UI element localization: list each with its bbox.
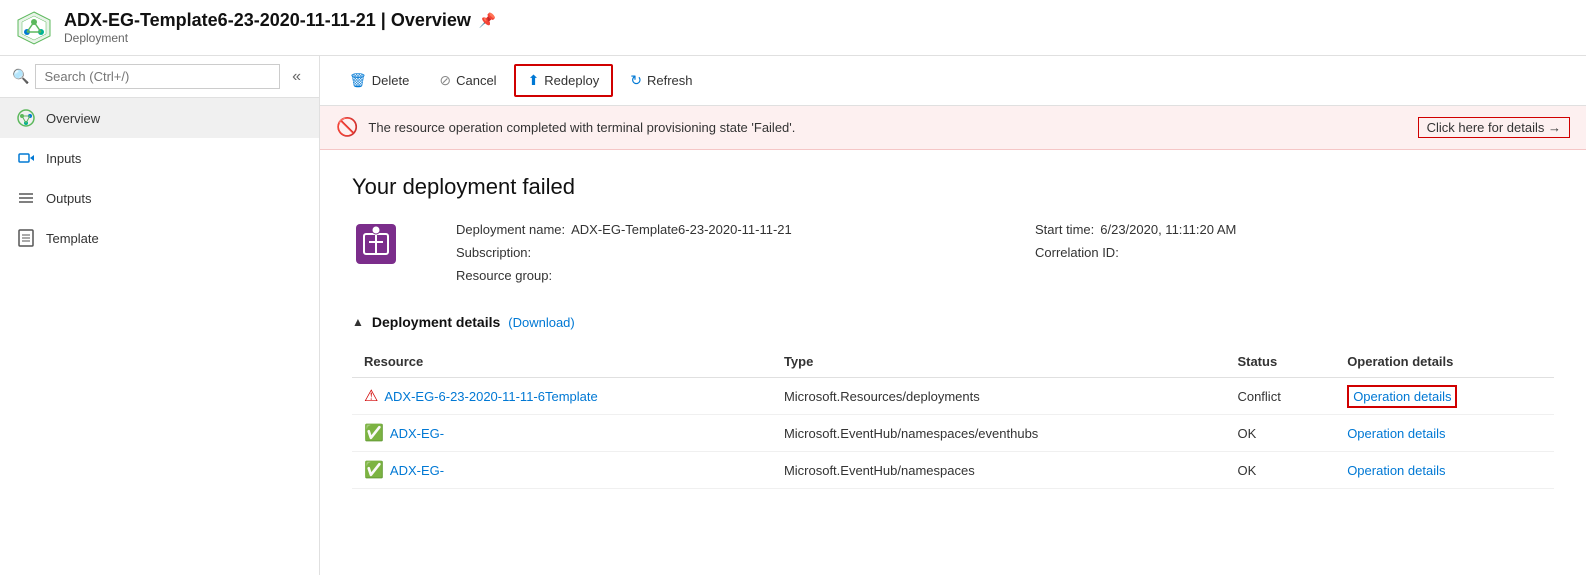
resource-cell-1: ⚠ ADX-EG-6-23-2020-11-11-6Template: [352, 378, 772, 415]
type-cell-3: Microsoft.EventHub/namespaces: [772, 452, 1226, 489]
nav-items: Overview Inputs: [0, 98, 319, 258]
search-input[interactable]: [35, 64, 280, 89]
deployment-info: Deployment name: ADX-EG-Template6-23-202…: [352, 220, 1554, 286]
cancel-button[interactable]: ⊘ Cancel: [426, 65, 509, 96]
sidebar-item-overview[interactable]: Overview: [0, 98, 319, 138]
download-link[interactable]: (Download): [508, 315, 574, 330]
deployment-content: Your deployment failed Deployment name: …: [320, 150, 1586, 575]
info-resource-group: Resource group:: [456, 266, 975, 287]
toolbar: 🗑 Delete ⊘ Cancel ⬆ Redeploy ↻ Refresh: [320, 56, 1586, 106]
col-status: Status: [1225, 346, 1335, 378]
app-logo: [16, 10, 52, 46]
sidebar-item-outputs-label: Outputs: [46, 191, 92, 206]
page-header: ADX-EG-Template6-23-2020-11-11-21 | Over…: [0, 0, 1586, 56]
operation-details-link-3[interactable]: Operation details: [1347, 463, 1445, 478]
sidebar-item-outputs[interactable]: Outputs: [0, 178, 319, 218]
info-start-time: Start time: 6/23/2020, 11:11:20 AM: [1035, 220, 1554, 241]
refresh-button[interactable]: ↻ Refresh: [617, 65, 705, 96]
table-row: ✅ ADX-EG- Microsoft.EventHub/namespaces/…: [352, 415, 1554, 452]
title-text: ADX-EG-Template6-23-2020-11-11-21 | Over…: [64, 10, 471, 31]
info-grid: Deployment name: ADX-EG-Template6-23-202…: [456, 220, 1554, 286]
type-cell-2: Microsoft.EventHub/namespaces/eventhubs: [772, 415, 1226, 452]
sidebar-item-template[interactable]: Template: [0, 218, 319, 258]
deployment-failed-title: Your deployment failed: [352, 174, 1554, 200]
table-row: ✅ ADX-EG- Microsoft.EventHub/namespaces …: [352, 452, 1554, 489]
delete-label: Delete: [372, 73, 410, 88]
inputs-icon: [16, 148, 36, 168]
redeploy-label: Redeploy: [544, 73, 599, 88]
sidebar: 🔍 « Overview: [0, 56, 320, 575]
template-icon: [16, 228, 36, 248]
error-message: The resource operation completed with te…: [368, 120, 1407, 135]
page-subtitle: Deployment: [64, 31, 496, 45]
details-header: ▲ Deployment details (Download): [352, 314, 1554, 330]
resource-link-1[interactable]: ADX-EG-6-23-2020-11-11-6Template: [384, 389, 597, 404]
error-banner: 🚫 The resource operation completed with …: [320, 106, 1586, 150]
refresh-icon: ↻: [630, 72, 642, 89]
resource-cell-3: ✅ ADX-EG-: [352, 452, 772, 489]
cancel-label: Cancel: [456, 73, 496, 88]
content-area: 🗑 Delete ⊘ Cancel ⬆ Redeploy ↻ Refresh 🚫…: [320, 56, 1586, 575]
status-cell-3: OK: [1225, 452, 1335, 489]
sidebar-item-inputs-label: Inputs: [46, 151, 81, 166]
sidebar-item-overview-label: Overview: [46, 111, 100, 126]
info-subscription: Subscription:: [456, 243, 975, 264]
deployment-icon: [352, 220, 400, 268]
sidebar-item-inputs[interactable]: Inputs: [0, 138, 319, 178]
op-details-cell-2: Operation details: [1335, 415, 1554, 452]
status-cell-1: Conflict: [1225, 378, 1335, 415]
col-resource: Resource: [352, 346, 772, 378]
search-icon: 🔍: [12, 68, 29, 85]
pin-icon[interactable]: 📌: [479, 12, 496, 29]
op-details-cell-1: Operation details: [1335, 378, 1554, 415]
deployment-table: Resource Type Status Operation details ⚠…: [352, 346, 1554, 489]
details-title: Deployment details: [372, 314, 500, 330]
collapse-button[interactable]: «: [286, 66, 307, 88]
type-cell-1: Microsoft.Resources/deployments: [772, 378, 1226, 415]
main-layout: 🔍 « Overview: [0, 56, 1586, 575]
delete-button[interactable]: 🗑 Delete: [336, 65, 422, 96]
resource-link-3[interactable]: ADX-EG-: [390, 463, 444, 478]
outputs-icon: [16, 188, 36, 208]
error-details-link[interactable]: Click here for details →: [1418, 117, 1570, 138]
status-cell-2: OK: [1225, 415, 1335, 452]
page-title: ADX-EG-Template6-23-2020-11-11-21 | Over…: [64, 10, 496, 31]
overview-icon: [16, 108, 36, 128]
refresh-label: Refresh: [647, 73, 693, 88]
redeploy-icon: ⬆: [528, 72, 540, 89]
operation-details-link-1[interactable]: Operation details: [1347, 385, 1457, 408]
cancel-icon: ⊘: [439, 72, 451, 89]
redeploy-button[interactable]: ⬆ Redeploy: [514, 64, 614, 97]
delete-icon: 🗑: [349, 72, 367, 89]
col-type: Type: [772, 346, 1226, 378]
info-deployment-name: Deployment name: ADX-EG-Template6-23-202…: [456, 220, 975, 241]
ok-status-icon-3: ✅: [364, 460, 384, 480]
resource-cell-2: ✅ ADX-EG-: [352, 415, 772, 452]
info-correlation-id: Correlation ID:: [1035, 243, 1554, 264]
chevron-up-icon: ▲: [352, 315, 364, 329]
operation-details-link-2[interactable]: Operation details: [1347, 426, 1445, 441]
table-row: ⚠ ADX-EG-6-23-2020-11-11-6Template Micro…: [352, 378, 1554, 415]
col-operation-details: Operation details: [1335, 346, 1554, 378]
resource-link-2[interactable]: ADX-EG-: [390, 426, 444, 441]
search-bar: 🔍 «: [0, 56, 319, 98]
header-title-group: ADX-EG-Template6-23-2020-11-11-21 | Over…: [64, 10, 496, 45]
op-details-cell-3: Operation details: [1335, 452, 1554, 489]
error-status-icon-1: ⚠: [364, 386, 378, 406]
sidebar-item-template-label: Template: [46, 231, 99, 246]
error-circle-icon: 🚫: [336, 117, 358, 138]
ok-status-icon-2: ✅: [364, 423, 384, 443]
